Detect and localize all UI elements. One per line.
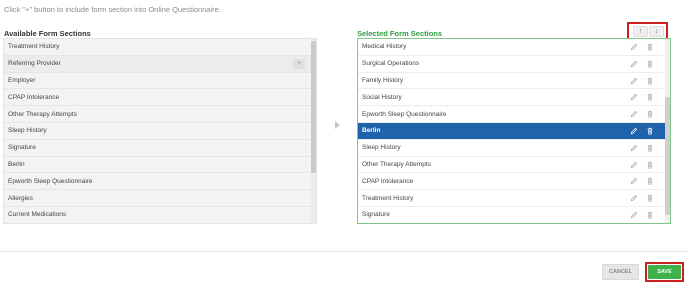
available-section-label: Current Medications [8, 211, 67, 219]
available-section-item[interactable]: Sleep History [4, 122, 311, 140]
available-section-label: Allergies [8, 194, 33, 202]
selected-sections-list: Medical History Surgical Operations Family… [358, 39, 666, 223]
available-section-item[interactable]: Berlin [4, 156, 311, 174]
selected-section-item[interactable]: Treatment History [358, 190, 666, 207]
available-section-label: Referring Provider [8, 60, 61, 68]
selected-section-label: Other Therapy Attempts [362, 160, 431, 168]
available-section-label: Employer [8, 76, 36, 84]
available-sections-list: Treatment History Referring Provider + Empl… [4, 39, 311, 223]
selected-section-label: CPAP Intolerance [362, 177, 414, 185]
selected-section-item[interactable]: CPAP Intolerance [358, 173, 666, 191]
add-section-button[interactable]: + [293, 58, 305, 69]
available-section-label: Treatment History [8, 43, 60, 51]
selected-section-label: Berlin [362, 127, 381, 135]
available-section-item[interactable]: Other Therapy Attempts [4, 106, 311, 123]
selected-section-label: Family History [362, 76, 404, 84]
available-section-item[interactable]: Treatment History [4, 39, 311, 56]
pencil-icon[interactable] [630, 43, 638, 51]
pencil-icon[interactable] [630, 77, 638, 85]
selected-scrollbar-thumb[interactable] [665, 97, 670, 215]
selected-section-item[interactable]: Social History [358, 89, 666, 107]
selected-sections-panel: Medical History Surgical Operations Family… [357, 38, 671, 224]
trash-icon[interactable] [646, 144, 654, 152]
pencil-icon[interactable] [630, 161, 638, 169]
selected-sections-title: Selected Form Sections [357, 29, 443, 38]
pencil-icon[interactable] [630, 60, 638, 68]
instruction-text: Click "+" button to include form section… [4, 5, 221, 14]
selected-section-item[interactable]: Medical History [358, 39, 666, 56]
save-button[interactable]: SAVE [648, 265, 681, 279]
selected-section-label: Medical History [362, 43, 407, 51]
footer-divider [0, 251, 688, 252]
pencil-icon[interactable] [630, 177, 638, 185]
pencil-icon[interactable] [630, 144, 638, 152]
pencil-icon[interactable] [630, 93, 638, 101]
move-down-button[interactable]: ↓ [649, 26, 664, 37]
available-section-item[interactable]: Referring Provider + [4, 55, 311, 73]
selected-section-item[interactable]: Berlin [358, 122, 666, 140]
available-section-item[interactable]: CPAP Intolerance [4, 89, 311, 107]
selected-section-item[interactable]: Family History [358, 73, 666, 90]
available-sections-title: Available Form Sections [4, 29, 91, 38]
available-scrollbar[interactable] [311, 39, 316, 223]
available-section-label: Signature [8, 144, 36, 152]
trash-icon[interactable] [646, 60, 654, 68]
available-sections-panel: Treatment History Referring Provider + Empl… [3, 38, 317, 224]
available-section-item[interactable]: Allergies [4, 190, 311, 207]
trash-icon[interactable] [646, 43, 654, 51]
available-section-item[interactable]: Signature [4, 139, 311, 157]
selected-section-item[interactable]: Other Therapy Attempts [358, 157, 666, 174]
selected-section-item[interactable]: Sleep History [358, 140, 666, 157]
cancel-button[interactable]: CANCEL [602, 264, 639, 280]
selected-section-item[interactable]: Surgical Operations [358, 56, 666, 73]
move-up-button[interactable]: ↑ [633, 26, 648, 37]
pencil-icon[interactable] [630, 194, 638, 202]
selected-section-item[interactable]: Epworth Sleep Questionnaire [358, 106, 666, 123]
available-section-item[interactable]: Epworth Sleep Questionnaire [4, 173, 311, 191]
available-section-label: Epworth Sleep Questionnaire [8, 177, 93, 185]
trash-icon[interactable] [646, 93, 654, 101]
trash-icon[interactable] [646, 161, 654, 169]
selected-scrollbar[interactable] [665, 39, 670, 223]
available-section-label: Berlin [8, 160, 25, 168]
selected-section-label: Sleep History [362, 144, 401, 152]
pencil-icon[interactable] [630, 110, 638, 118]
pencil-icon[interactable] [630, 127, 638, 135]
trash-icon[interactable] [646, 77, 654, 85]
available-section-item[interactable]: Employer [4, 72, 311, 90]
trash-icon[interactable] [646, 194, 654, 202]
available-section-item[interactable]: Current Medications [4, 206, 311, 223]
selected-section-label: Treatment History [362, 194, 414, 202]
available-section-label: Other Therapy Attempts [8, 110, 77, 118]
available-scrollbar-thumb[interactable] [311, 41, 316, 173]
trash-icon[interactable] [646, 211, 654, 219]
trash-icon[interactable] [646, 177, 654, 185]
trash-icon[interactable] [646, 110, 654, 118]
available-section-label: Sleep History [8, 127, 47, 135]
selected-section-label: Social History [362, 93, 402, 101]
available-section-label: CPAP Intolerance [8, 93, 60, 101]
arrow-right-icon [335, 121, 340, 129]
selected-section-item[interactable]: Signature [358, 207, 666, 223]
selected-section-label: Epworth Sleep Questionnaire [362, 110, 447, 118]
trash-icon[interactable] [646, 127, 654, 135]
selected-section-label: Signature [362, 211, 390, 219]
selected-section-label: Surgical Operations [362, 60, 420, 68]
pencil-icon[interactable] [630, 211, 638, 219]
